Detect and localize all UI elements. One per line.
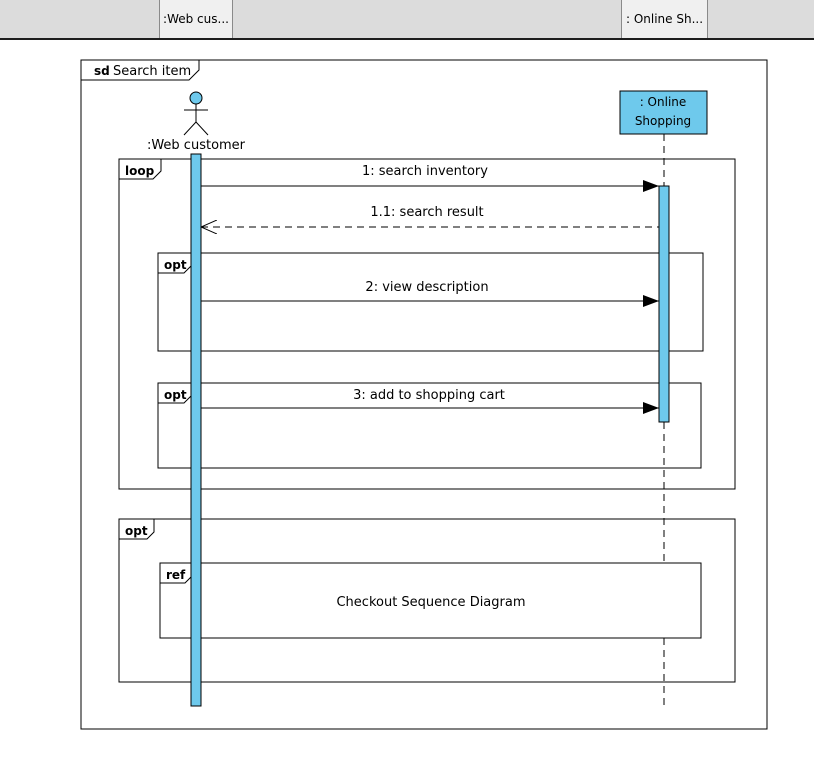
online-shopping-label-line2: Shopping bbox=[635, 114, 691, 128]
loop-operator: loop bbox=[125, 164, 155, 178]
message-search-result[interactable]: 1.1: search result bbox=[201, 205, 659, 227]
message-search-inventory[interactable]: 1: search inventory bbox=[201, 164, 659, 192]
web-customer-actor[interactable]: :Web customer bbox=[147, 91, 246, 153]
actor-label: :Web customer bbox=[147, 138, 246, 153]
online-shopping-activation-bar[interactable] bbox=[658, 185, 670, 423]
sequence-diagram: sd Search item : Online Shopping :Web cu… bbox=[80, 59, 768, 730]
actor-head bbox=[189, 91, 203, 105]
message-label: 2: view description bbox=[365, 280, 488, 295]
opt-fragment-view-description[interactable]: opt bbox=[157, 252, 704, 352]
sd-keyword: sd bbox=[94, 64, 110, 78]
ref-label: Checkout Sequence Diagram bbox=[336, 595, 525, 610]
message-add-to-shopping-cart[interactable]: 3: add to shopping cart bbox=[201, 385, 659, 414]
opt-operator: opt bbox=[164, 388, 187, 402]
message-label: 1.1: search result bbox=[370, 205, 483, 220]
ref-checkout-sequence-diagram[interactable]: ref Checkout Sequence Diagram bbox=[159, 562, 702, 639]
opt-operator: opt bbox=[125, 524, 148, 538]
message-label: 1: search inventory bbox=[362, 164, 488, 179]
opt-operator: opt bbox=[164, 258, 187, 272]
message-label: 3: add to shopping cart bbox=[353, 388, 505, 403]
online-shopping-label-line1: : Online bbox=[640, 95, 687, 109]
message-view-description[interactable]: 2: view description bbox=[201, 280, 659, 307]
web-customer-activation-bar[interactable] bbox=[190, 153, 202, 707]
ref-operator: ref bbox=[166, 568, 186, 582]
sd-frame-title: Search item bbox=[113, 64, 191, 79]
